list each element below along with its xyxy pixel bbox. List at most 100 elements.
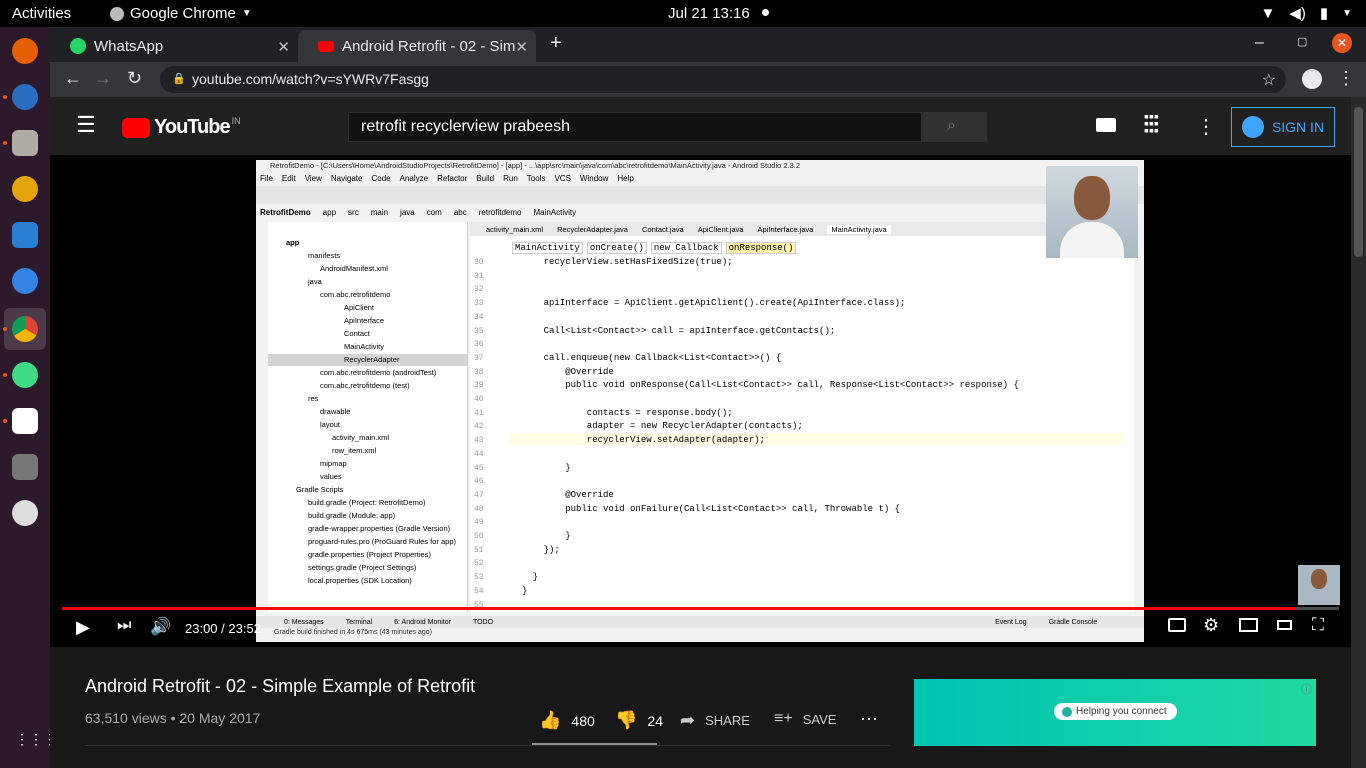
apps-grid-icon[interactable]: ▪▪▪ ▪▪▪ ▪▪▪	[1144, 109, 1159, 137]
youtube-favicon-icon	[318, 40, 334, 52]
profile-icon[interactable]	[1302, 69, 1322, 89]
guide-menu-icon[interactable]: ☰	[76, 114, 96, 136]
account-icon	[1241, 116, 1264, 138]
line-number: 31	[474, 271, 484, 281]
page-scrollbar[interactable]	[1351, 97, 1366, 768]
line-number: 35	[474, 326, 484, 336]
line-number: 36	[474, 340, 484, 350]
star-icon[interactable]: ☆	[1262, 70, 1276, 90]
code-line[interactable]: call.enqueue(new Callback<List<Contact>>…	[522, 353, 782, 363]
sign-in-label: SIGN IN	[1271, 119, 1325, 135]
create-video-icon[interactable]	[1096, 118, 1116, 132]
text-editor-icon[interactable]	[12, 408, 38, 434]
search-input[interactable]: retrofit recyclerview prabeesh	[348, 112, 922, 142]
maximize-button[interactable]: ▢	[1297, 35, 1307, 48]
info-icon[interactable]: ⓘ	[1301, 681, 1312, 697]
code-line[interactable]: recyclerView.setAdapter(adapter);	[522, 435, 765, 445]
search-button[interactable]: ⌕	[922, 112, 987, 142]
minimize-button[interactable]: –	[1255, 34, 1264, 52]
theater-icon[interactable]	[1277, 620, 1292, 630]
channel-watermark[interactable]	[1298, 565, 1340, 605]
code-line[interactable]: contacts = response.body();	[522, 408, 733, 418]
settings-dots-icon[interactable]: ⋮	[1196, 114, 1216, 139]
like-button[interactable]: 👍 480	[539, 710, 595, 731]
ide-toolbar	[256, 186, 1144, 204]
chrome-menu-icon[interactable]: ⋮	[1337, 68, 1355, 89]
app-menu[interactable]: Google Chrome ▼	[110, 5, 252, 22]
new-tab-button[interactable]: +	[550, 32, 562, 55]
code-line[interactable]: recyclerView.setHasFixedSize(true);	[522, 257, 733, 267]
back-icon[interactable]: ←	[64, 68, 82, 89]
writer-icon[interactable]	[12, 222, 38, 248]
ad-text: Helping you connect	[1076, 706, 1167, 717]
thumb-down-icon: 👎	[615, 710, 638, 730]
address-bar[interactable]: 🔒 youtube.com/watch?v=sYWRv7Fasgg ☆	[160, 66, 1286, 93]
line-number: 46	[474, 477, 484, 487]
youtube-logo[interactable]: YouTube IN	[122, 116, 241, 139]
close-icon[interactable]: ✕	[515, 38, 528, 56]
line-number: 43	[474, 436, 484, 446]
subtitles-icon[interactable]	[1168, 618, 1186, 632]
save-button[interactable]: ≡+ SAVE	[774, 710, 836, 728]
code-line[interactable]: public void onResponse(Call<List<Contact…	[522, 380, 1019, 390]
tab-strip: WhatsApp ✕ Android Retrofit - 02 - Sim ✕…	[50, 27, 1366, 62]
code-line[interactable]: @Override	[522, 367, 614, 377]
close-icon[interactable]: ✕	[277, 38, 290, 56]
tab-label: Android Retrofit - 02 - Sim	[342, 37, 516, 55]
tab-whatsapp[interactable]: WhatsApp ✕	[50, 30, 298, 62]
thunderbird-icon[interactable]	[12, 84, 38, 110]
share-icon: ➦	[680, 710, 696, 730]
code-line[interactable]: }	[522, 531, 570, 541]
sign-in-button[interactable]: SIGN IN	[1231, 107, 1335, 147]
youtube-page: ☰ YouTube IN retrofit recyclerview prabe…	[50, 97, 1351, 768]
clock[interactable]: Jul 21 13:16	[668, 5, 750, 22]
files-icon[interactable]	[12, 130, 38, 156]
disc-icon[interactable]	[12, 500, 38, 526]
progress-bar[interactable]	[62, 607, 1339, 610]
device-icon[interactable]	[12, 454, 38, 480]
video-title: Android Retrofit - 02 - Simple Example o…	[85, 676, 476, 696]
code-editor: activity_main.xml RecyclerAdapter.java Con…	[470, 222, 1134, 612]
tab-youtube[interactable]: Android Retrofit - 02 - Sim ✕	[298, 30, 536, 62]
android-studio-icon[interactable]	[12, 362, 38, 388]
help-icon[interactable]	[12, 268, 38, 294]
volume-icon[interactable]: 🔊	[150, 617, 171, 637]
code-line[interactable]: adapter = new RecyclerAdapter(contacts);	[522, 421, 803, 431]
rhythmbox-icon[interactable]	[12, 176, 38, 202]
line-number: 51	[474, 545, 484, 555]
dislike-button[interactable]: 👎 24	[615, 710, 663, 731]
line-number: 52	[474, 559, 484, 569]
fullscreen-icon[interactable]: ⛶	[1312, 615, 1324, 635]
share-button[interactable]: ➦ SHARE	[680, 710, 750, 731]
line-number: 54	[474, 586, 484, 596]
firefox-icon[interactable]	[12, 38, 38, 64]
app-name: Google Chrome	[130, 5, 236, 22]
play-icon[interactable]: ▶	[76, 617, 90, 638]
miniplayer-icon[interactable]	[1239, 618, 1258, 632]
next-icon[interactable]: ⏭	[117, 617, 131, 635]
code-line[interactable]: @Override	[522, 490, 614, 500]
chrome-icon[interactable]	[12, 316, 38, 342]
whatsapp-icon	[70, 38, 86, 54]
code-line[interactable]: }	[522, 586, 527, 596]
code-line[interactable]: }	[522, 572, 538, 582]
activities-button[interactable]: Activities	[12, 5, 71, 22]
code-line[interactable]: });	[522, 545, 560, 555]
reload-icon[interactable]: ↻	[127, 68, 142, 89]
video-player[interactable]: RetrofitDemo - [C:\Users\Home\AndroidStu…	[50, 155, 1351, 647]
ad-banner[interactable]: Helping you connect ⓘ	[914, 679, 1316, 746]
code-line[interactable]: public void onFailure(Call<List<Contact>…	[522, 504, 900, 514]
more-actions-icon[interactable]: ⋯	[860, 709, 878, 730]
ide-title: RetrofitDemo - [C:\Users\Home\AndroidStu…	[270, 161, 801, 170]
system-tray[interactable]: ▼ ◀) ▮ ▼	[1260, 4, 1352, 23]
code-line[interactable]: Call<List<Contact>> call = apiInterface.…	[522, 326, 836, 336]
forward-icon[interactable]: →	[94, 68, 112, 89]
player-controls: ▶ ⏭ 🔊 23:00 / 23:52 ⚙ ⛶	[50, 607, 1351, 647]
line-number: 34	[474, 312, 484, 322]
code-line[interactable]: }	[522, 463, 570, 473]
window-close-button[interactable]: ✕	[1332, 33, 1352, 53]
show-apps-icon[interactable]: ⋮⋮⋮	[15, 732, 57, 756]
code-line[interactable]: apiInterface = ApiClient.getApiClient().…	[522, 298, 906, 308]
line-number: 42	[474, 422, 484, 432]
gear-icon[interactable]: ⚙	[1203, 615, 1219, 636]
